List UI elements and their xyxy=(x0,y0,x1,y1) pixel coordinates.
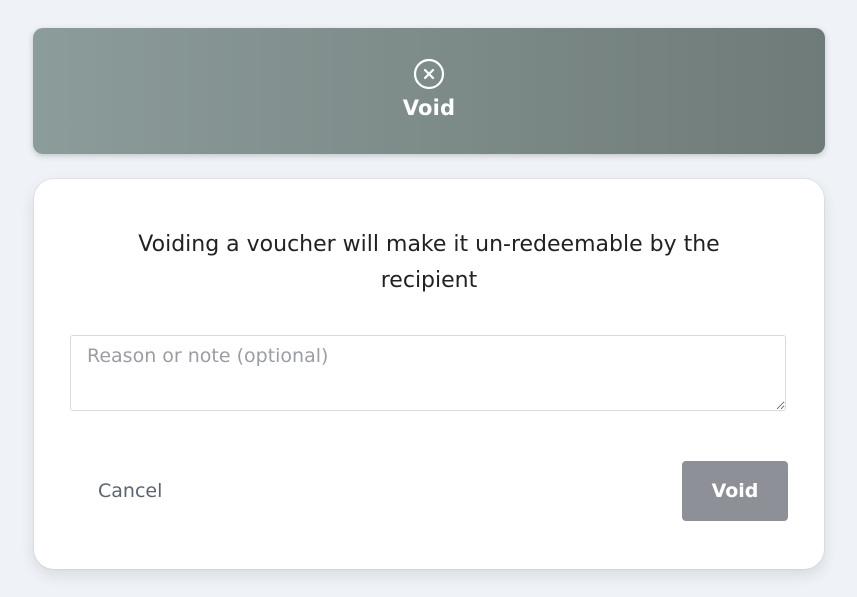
close-circle-icon xyxy=(413,58,445,90)
void-button[interactable]: Void xyxy=(682,461,788,521)
header-title: Void xyxy=(402,96,456,120)
void-header-banner: Void xyxy=(33,28,825,154)
void-warning-message: Voiding a voucher will make it un-redeem… xyxy=(138,232,720,293)
void-dialog-card: Voiding a voucher will make it un-redeem… xyxy=(34,179,824,569)
cancel-button[interactable]: Cancel xyxy=(76,461,184,521)
reason-note-field[interactable] xyxy=(70,335,786,411)
